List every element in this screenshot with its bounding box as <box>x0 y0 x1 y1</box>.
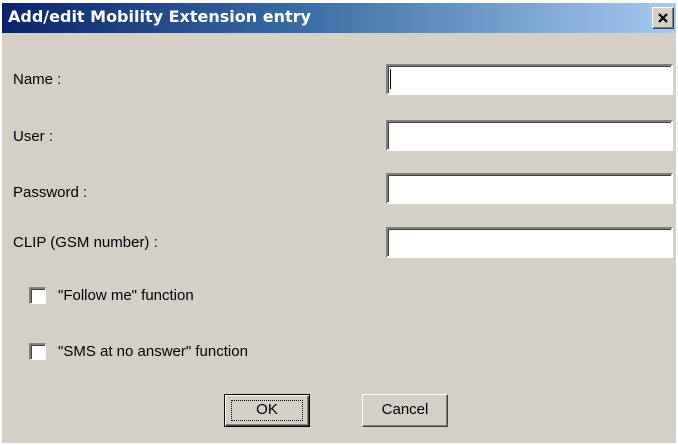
clip-gsm-number-input[interactable] <box>386 227 673 258</box>
sms-no-answer-checkbox[interactable] <box>29 343 46 360</box>
name-input[interactable] <box>386 64 673 95</box>
cancel-button[interactable]: Cancel <box>362 394 448 427</box>
cancel-button-label: Cancel <box>381 401 429 418</box>
name-label: Name : <box>13 71 62 88</box>
title-bar[interactable]: Add/edit Mobility Extension entry <box>2 3 676 33</box>
password-input[interactable] <box>386 173 673 204</box>
close-icon <box>658 13 668 23</box>
user-label: User : <box>13 128 54 145</box>
text-caret <box>390 69 391 89</box>
dialog-title: Add/edit Mobility Extension entry <box>8 7 311 26</box>
follow-me-checkbox[interactable] <box>29 287 46 304</box>
sms-no-answer-label[interactable]: "SMS at no answer" function <box>58 343 248 360</box>
password-label: Password : <box>13 184 88 201</box>
mobility-extension-dialog: Add/edit Mobility Extension entry Name :… <box>2 3 676 443</box>
close-button[interactable] <box>652 7 674 29</box>
clip-label: CLIP (GSM number) : <box>13 234 158 251</box>
ok-button-label: OK <box>256 401 278 418</box>
follow-me-label[interactable]: "Follow me" function <box>58 287 194 304</box>
user-input[interactable] <box>386 120 673 151</box>
ok-button[interactable]: OK <box>224 394 310 427</box>
